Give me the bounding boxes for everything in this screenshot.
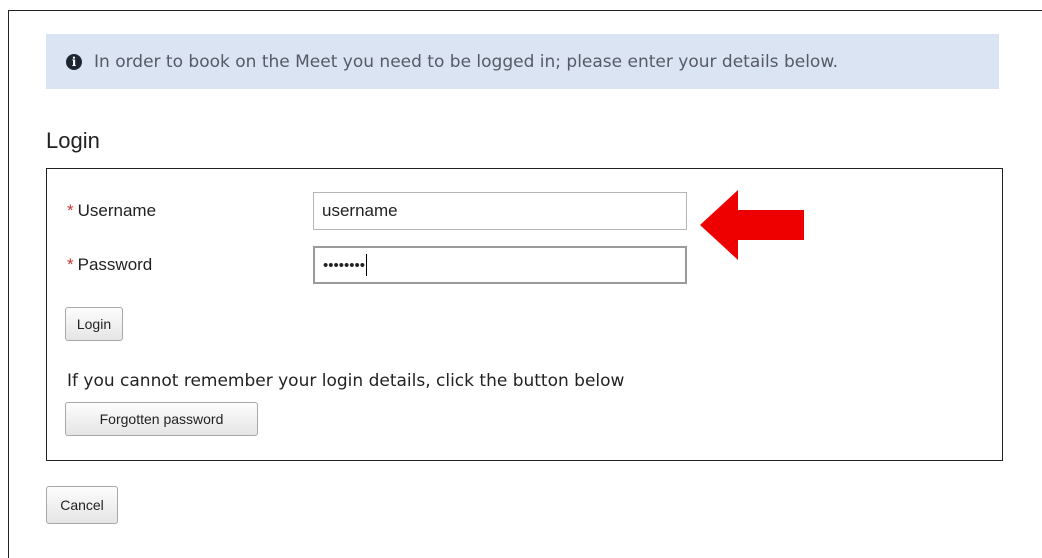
forgot-help-text: If you cannot remember your login detail…: [67, 371, 625, 391]
info-banner: i In order to book on the Meet you need …: [46, 34, 999, 89]
login-button[interactable]: Login: [65, 307, 123, 341]
username-label: * Username: [67, 201, 156, 221]
username-value: username: [322, 201, 398, 220]
password-input[interactable]: ••••••••: [313, 246, 687, 284]
password-value: ••••••••: [323, 256, 366, 274]
username-label-text: Username: [77, 201, 157, 220]
login-heading: Login: [46, 128, 100, 153]
forgotten-password-button[interactable]: Forgotten password: [65, 402, 258, 436]
login-form: * Username username * Password •••••••• Lo…: [46, 168, 1003, 461]
required-marker: *: [67, 201, 74, 220]
arrow-shape: [700, 190, 804, 260]
username-input[interactable]: username: [313, 192, 687, 230]
required-marker: *: [67, 255, 74, 274]
text-caret: [366, 254, 368, 276]
red-arrow-annotation: [700, 190, 804, 260]
password-label-text: Password: [77, 255, 153, 274]
cancel-button[interactable]: Cancel: [46, 486, 118, 524]
info-message: In order to book on the Meet you need to…: [94, 51, 839, 72]
password-label: * Password: [67, 255, 152, 275]
info-icon: i: [66, 53, 82, 70]
